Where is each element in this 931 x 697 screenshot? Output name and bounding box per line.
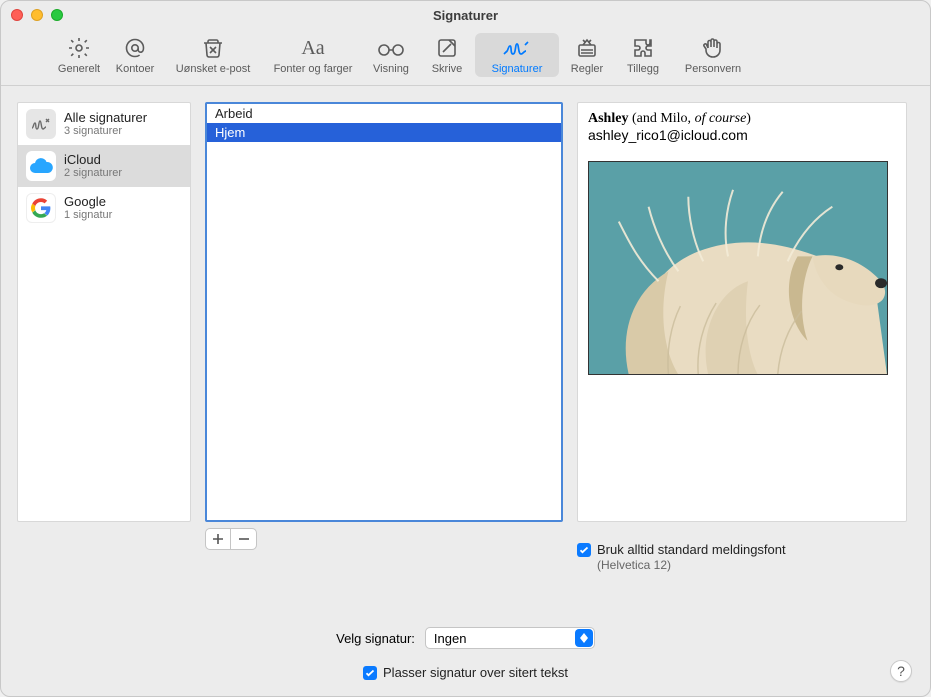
tab-label: Tillegg	[627, 63, 659, 75]
tab-label: Skrive	[432, 63, 463, 75]
junk-icon	[200, 35, 226, 61]
all-signatures-icon	[26, 109, 56, 139]
use-default-font-checkbox[interactable]: Bruk alltid standard meldingsfont	[577, 542, 907, 557]
checkbox-label: Plasser signatur over sitert tekst	[383, 665, 568, 680]
tab-label: Kontoer	[116, 63, 155, 75]
tab-label: Fonter og farger	[274, 63, 353, 75]
select-arrows-icon	[575, 629, 593, 647]
select-value: Ingen	[434, 631, 467, 646]
checkbox-icon	[363, 666, 377, 680]
fonts-icon: Aa	[301, 35, 324, 61]
tab-rules[interactable]: Regler	[559, 33, 615, 77]
checkbox-icon	[577, 543, 591, 557]
tab-label: Signaturer	[492, 63, 543, 75]
add-remove-buttons	[205, 528, 563, 550]
puzzle-icon	[631, 35, 655, 61]
tab-accounts[interactable]: Kontoer	[107, 33, 163, 77]
help-button[interactable]: ?	[890, 660, 912, 682]
account-name: iCloud	[64, 152, 122, 168]
tab-privacy[interactable]: Personvern	[671, 33, 755, 77]
hand-icon	[701, 35, 725, 61]
glasses-icon	[376, 35, 406, 61]
tab-label: Visning	[373, 63, 409, 75]
account-sub: 2 signaturer	[64, 167, 122, 180]
default-font-sub: (Helvetica 12)	[597, 558, 907, 572]
preferences-toolbar: Generelt Kontoer Uønsket e-post Aa Fonte…	[1, 29, 930, 86]
tab-extensions[interactable]: Tillegg	[615, 33, 671, 77]
window-title: Signaturer	[1, 8, 930, 23]
zoom-button[interactable]	[51, 9, 63, 21]
signature-row[interactable]: Hjem	[207, 123, 561, 142]
choose-signature-label: Velg signatur:	[336, 631, 415, 646]
choose-signature-select[interactable]: Ingen	[425, 627, 595, 649]
account-name: Alle signaturer	[64, 110, 147, 126]
signature-email: ashley_rico1@icloud.com	[588, 127, 896, 143]
tab-composing[interactable]: Skrive	[419, 33, 475, 77]
at-icon	[123, 35, 147, 61]
signature-row[interactable]: Arbeid	[207, 104, 561, 123]
tab-viewing[interactable]: Visning	[363, 33, 419, 77]
tab-signatures[interactable]: Signaturer	[475, 33, 559, 77]
titlebar: Signaturer	[1, 1, 930, 29]
account-all-signatures[interactable]: Alle signaturer 3 signaturer	[18, 103, 190, 145]
account-icloud[interactable]: iCloud 2 signaturer	[18, 145, 190, 187]
content-area: Alle signaturer 3 signaturer iCloud 2 si…	[1, 86, 930, 619]
signature-name: Arbeid	[215, 106, 253, 121]
rules-icon	[575, 35, 599, 61]
tab-general[interactable]: Generelt	[51, 33, 107, 77]
checkbox-label: Bruk alltid standard meldingsfont	[597, 542, 786, 557]
icloud-icon	[26, 151, 56, 181]
remove-signature-button[interactable]	[231, 528, 257, 550]
signature-list[interactable]: Arbeid Hjem	[205, 102, 563, 522]
help-glyph: ?	[897, 663, 905, 679]
signature-name-line: Ashley (and Milo, of course)	[588, 111, 896, 127]
account-list: Alle signaturer 3 signaturer iCloud 2 si…	[17, 102, 191, 522]
google-icon	[26, 193, 56, 223]
close-button[interactable]	[11, 9, 23, 21]
tab-label: Personvern	[685, 63, 741, 75]
signature-icon	[502, 35, 532, 61]
add-signature-button[interactable]	[205, 528, 231, 550]
signature-name: Hjem	[215, 125, 245, 140]
account-sub: 1 signatur	[64, 209, 112, 222]
tab-fonts[interactable]: Aa Fonter og farger	[263, 33, 363, 77]
tab-label: Uønsket e-post	[176, 63, 251, 75]
signature-preview[interactable]: Ashley (and Milo, of course) ashley_rico…	[577, 102, 907, 522]
minimize-button[interactable]	[31, 9, 43, 21]
tab-label: Regler	[571, 63, 603, 75]
bottom-controls: Velg signatur: Ingen Plasser signatur ov…	[1, 619, 930, 696]
preferences-window: Signaturer Generelt Kontoer Uønsket e-po…	[0, 0, 931, 697]
tab-junk[interactable]: Uønsket e-post	[163, 33, 263, 77]
signature-owner: Ashley	[588, 111, 628, 126]
place-above-quoted-checkbox[interactable]: Plasser signatur over sitert tekst	[363, 665, 568, 680]
signature-image	[588, 161, 888, 375]
compose-icon	[435, 35, 459, 61]
window-controls	[11, 9, 63, 21]
tab-label: Generelt	[58, 63, 100, 75]
account-sub: 3 signaturer	[64, 125, 147, 138]
gear-icon	[67, 35, 91, 61]
account-name: Google	[64, 194, 112, 210]
account-google[interactable]: Google 1 signatur	[18, 187, 190, 229]
